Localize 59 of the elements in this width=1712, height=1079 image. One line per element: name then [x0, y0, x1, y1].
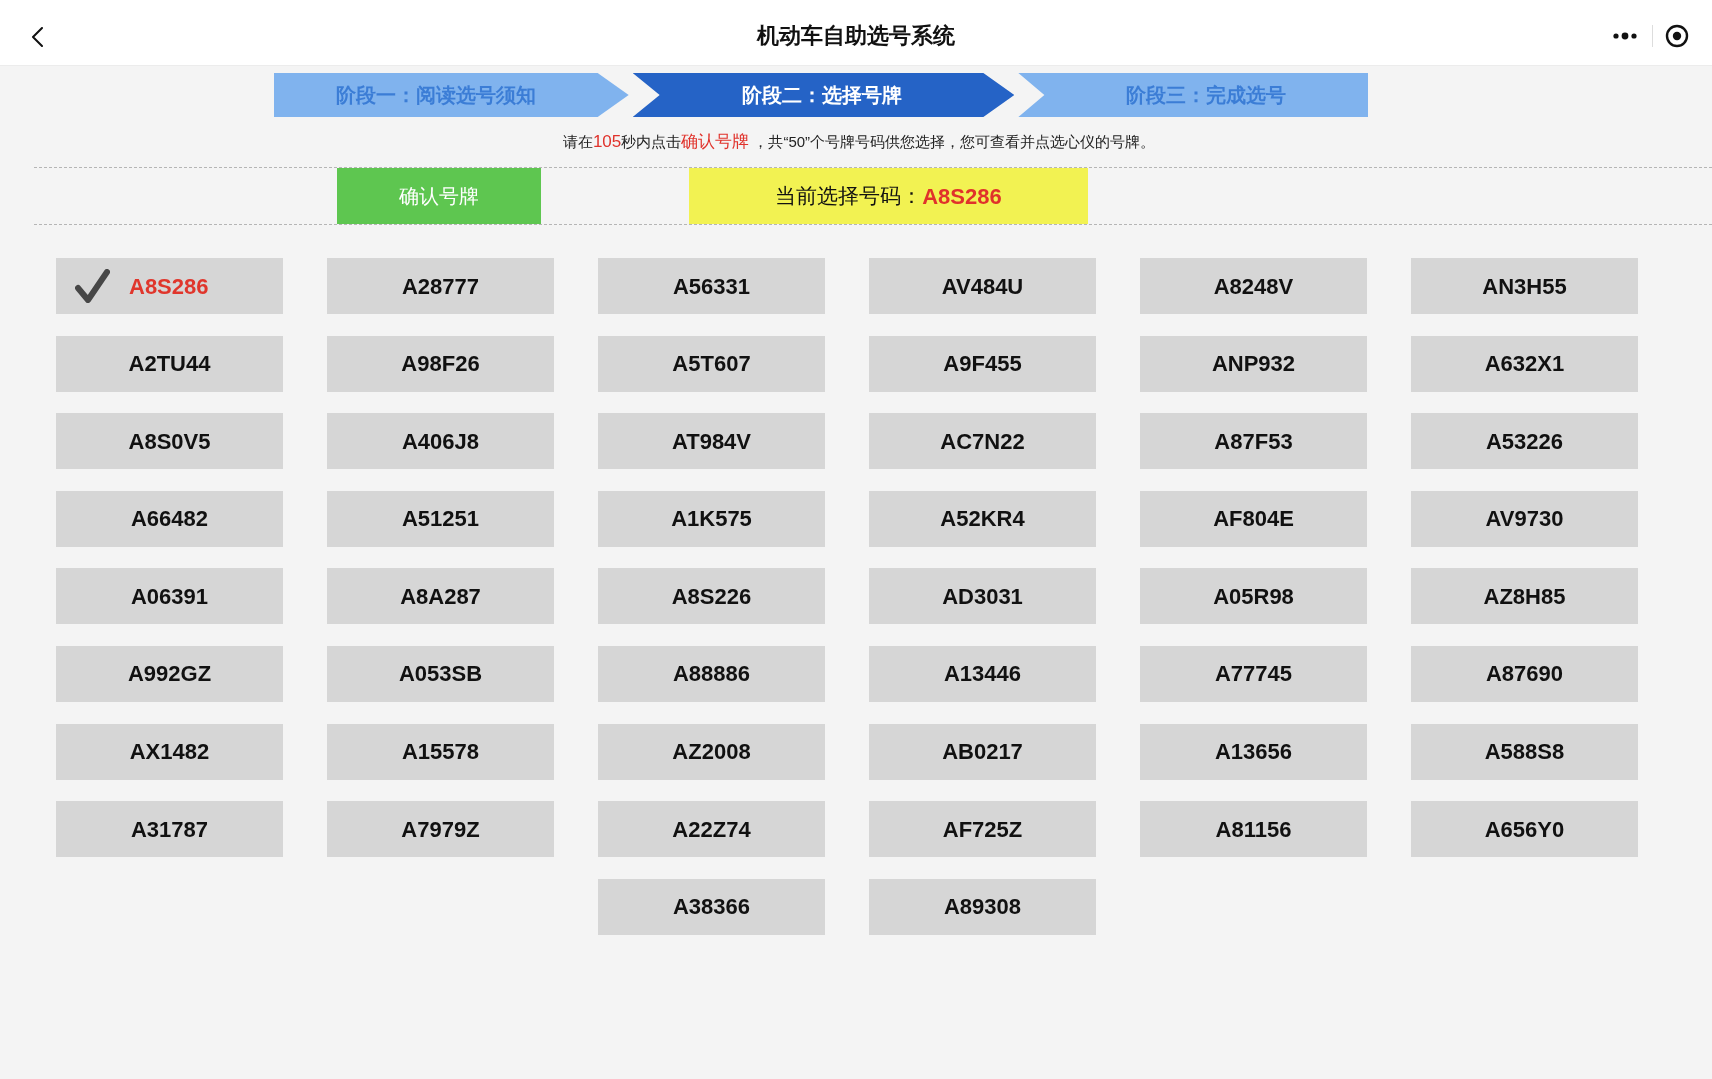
plate-number-button[interactable]: A8S226 [598, 568, 825, 625]
plate-number-button[interactable]: A06391 [56, 568, 283, 625]
target-icon[interactable] [1665, 24, 1689, 48]
plate-number-button[interactable]: A53226 [1411, 413, 1638, 470]
plate-number-button[interactable]: A66482 [56, 490, 283, 547]
plate-number-button[interactable]: AT984V [598, 413, 825, 470]
plate-number-button[interactable]: AF725Z [869, 801, 1096, 858]
plate-number-button[interactable]: AX1482 [56, 723, 283, 780]
plate-number-button[interactable]: A13656 [1140, 723, 1367, 780]
plate-number-button[interactable]: A22Z74 [598, 801, 825, 858]
plate-number-button[interactable]: AB0217 [869, 723, 1096, 780]
plate-number-button[interactable]: AC7N22 [869, 413, 1096, 470]
plate-number-button[interactable]: A588S8 [1411, 723, 1638, 780]
plate-number-button[interactable]: AD3031 [869, 568, 1096, 625]
checkmark-icon [75, 269, 110, 303]
plate-number-button[interactable]: A89308 [869, 878, 1096, 935]
plate-number-button[interactable]: A31787 [56, 801, 283, 858]
plate-number-button[interactable]: A51251 [327, 490, 554, 547]
plate-number-button[interactable]: A8A287 [327, 568, 554, 625]
more-icon[interactable] [1612, 31, 1638, 41]
plate-number-button[interactable]: A88886 [598, 645, 825, 702]
plate-number-button[interactable]: A5T607 [598, 335, 825, 392]
plate-number-button[interactable]: ANP932 [1140, 335, 1367, 392]
plate-number-button[interactable]: AV484U [869, 258, 1096, 314]
plate-number-button[interactable]: A15578 [327, 723, 554, 780]
plate-number-button[interactable]: A87690 [1411, 645, 1638, 702]
step-indicator: 阶段三：完成选号 [1018, 73, 1368, 117]
plate-number-button[interactable]: A406J8 [327, 413, 554, 470]
plate-number-button[interactable]: A87F53 [1140, 413, 1367, 470]
plate-number-button[interactable]: A28777 [327, 258, 554, 314]
plate-number-button[interactable]: A98F26 [327, 335, 554, 392]
plate-number-button[interactable]: A992GZ [56, 645, 283, 702]
plate-number-button[interactable]: A632X1 [1411, 335, 1638, 392]
plate-number-button[interactable]: AN3H55 [1411, 258, 1638, 314]
notice-text: 请在105秒内点击确认号牌 ，共“50”个号牌号码供您选择，您可查看并点选心仪的号牌。 [562, 131, 1156, 154]
selection-label: 当前选择号码： [775, 183, 923, 210]
plate-number-button[interactable]: A13446 [869, 645, 1096, 702]
plate-number-button[interactable]: A38366 [598, 878, 825, 935]
plate-number-button[interactable]: A2TU44 [56, 335, 283, 392]
step-indicator: 阶段一：阅读选号须知 [274, 73, 629, 117]
plate-number-button[interactable]: A1K575 [598, 490, 825, 547]
plate-number-button[interactable]: AV9730 [1411, 490, 1638, 547]
plate-number-button[interactable]: A9F455 [869, 335, 1096, 392]
plate-number-button[interactable]: A8S0V5 [56, 413, 283, 470]
plate-number-button[interactable]: A81156 [1140, 801, 1367, 858]
plate-number-button[interactable]: AF804E [1140, 490, 1367, 547]
plate-number-button[interactable]: A8248V [1140, 258, 1367, 314]
plate-number-button[interactable]: A52KR4 [869, 490, 1096, 547]
plate-number-button[interactable]: A656Y0 [1411, 801, 1638, 858]
plate-number-button[interactable]: A7979Z [327, 801, 554, 858]
plate-number-button[interactable]: AZ8H85 [1411, 568, 1638, 625]
selection-value: A8S286 [922, 182, 1002, 211]
page-title: 机动车自助选号系统 [757, 22, 955, 50]
plate-number-button[interactable]: A77745 [1140, 645, 1367, 702]
plate-number-button[interactable]: A56331 [598, 258, 825, 314]
plate-number-button[interactable]: AZ2008 [598, 723, 825, 780]
plate-number-button[interactable]: A053SB [327, 645, 554, 702]
plate-number-button[interactable]: A05R98 [1140, 568, 1367, 625]
step-indicator: 阶段二：选择号牌 [632, 73, 1015, 117]
